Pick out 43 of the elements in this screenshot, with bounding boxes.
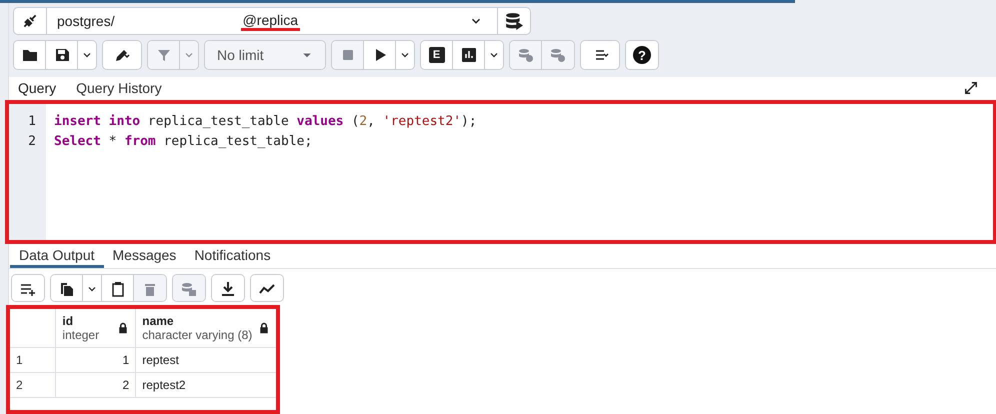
database-play-icon [505, 12, 523, 30]
lock-icon [117, 321, 130, 335]
lock-icon [258, 321, 270, 335]
connection-bar[interactable]: postgres/ @replica [13, 7, 531, 35]
line-number: 1 [27, 112, 37, 131]
limit-dropdown[interactable]: No limit [205, 41, 325, 69]
toolbar-button[interactable] [103, 41, 141, 69]
column-header[interactable]: name character varying (8) [136, 309, 276, 347]
trash-icon [142, 281, 158, 297]
result-tab[interactable]: Messages [104, 244, 186, 268]
help-button[interactable]: ? [626, 41, 658, 69]
row-number: 1 [10, 348, 56, 372]
download-icon [220, 281, 236, 297]
explain-button[interactable]: E [421, 41, 453, 69]
column-header[interactable]: id integer [56, 309, 136, 347]
code-line: insert into replica_test_table values (2, 'reptest2'); [54, 112, 477, 131]
toolbar-button[interactable] [251, 275, 283, 301]
toolbar-button[interactable] [12, 275, 44, 301]
expand-icon [964, 81, 978, 95]
query-tab[interactable]: Query [18, 77, 56, 100]
clipboard-icon [110, 281, 126, 297]
filter-icon [156, 47, 172, 63]
folder-icon [22, 47, 38, 63]
toolbar-button[interactable] [14, 41, 46, 69]
row-number: 2 [10, 373, 56, 397]
code-line: Select * from replica_test_table; [54, 132, 314, 151]
query-tab[interactable]: Query History [76, 77, 162, 100]
toolbar-button[interactable] [581, 41, 619, 69]
table-cell-text: reptest2 [141, 377, 187, 394]
code-editor[interactable]: 1 2 insert into replica_test_table values (2, 'reptest2'); Select * from replica_test_table; [5, 100, 996, 244]
table-cell: 1 [56, 348, 136, 372]
line-number: 2 [27, 132, 37, 151]
plug-icon [21, 12, 39, 30]
table-cell: 2 [56, 373, 136, 397]
copy-icon [58, 281, 74, 297]
save-icon [54, 47, 70, 63]
connection-user: postgres/ [57, 13, 115, 29]
connection-database: @replica [240, 12, 300, 30]
toolbar-button[interactable] [51, 275, 83, 301]
table-cell-text: reptest [141, 352, 180, 369]
toolbar-button[interactable] [212, 275, 244, 301]
result-tab[interactable]: Notifications [185, 244, 280, 268]
bar-chart-icon [460, 47, 476, 63]
